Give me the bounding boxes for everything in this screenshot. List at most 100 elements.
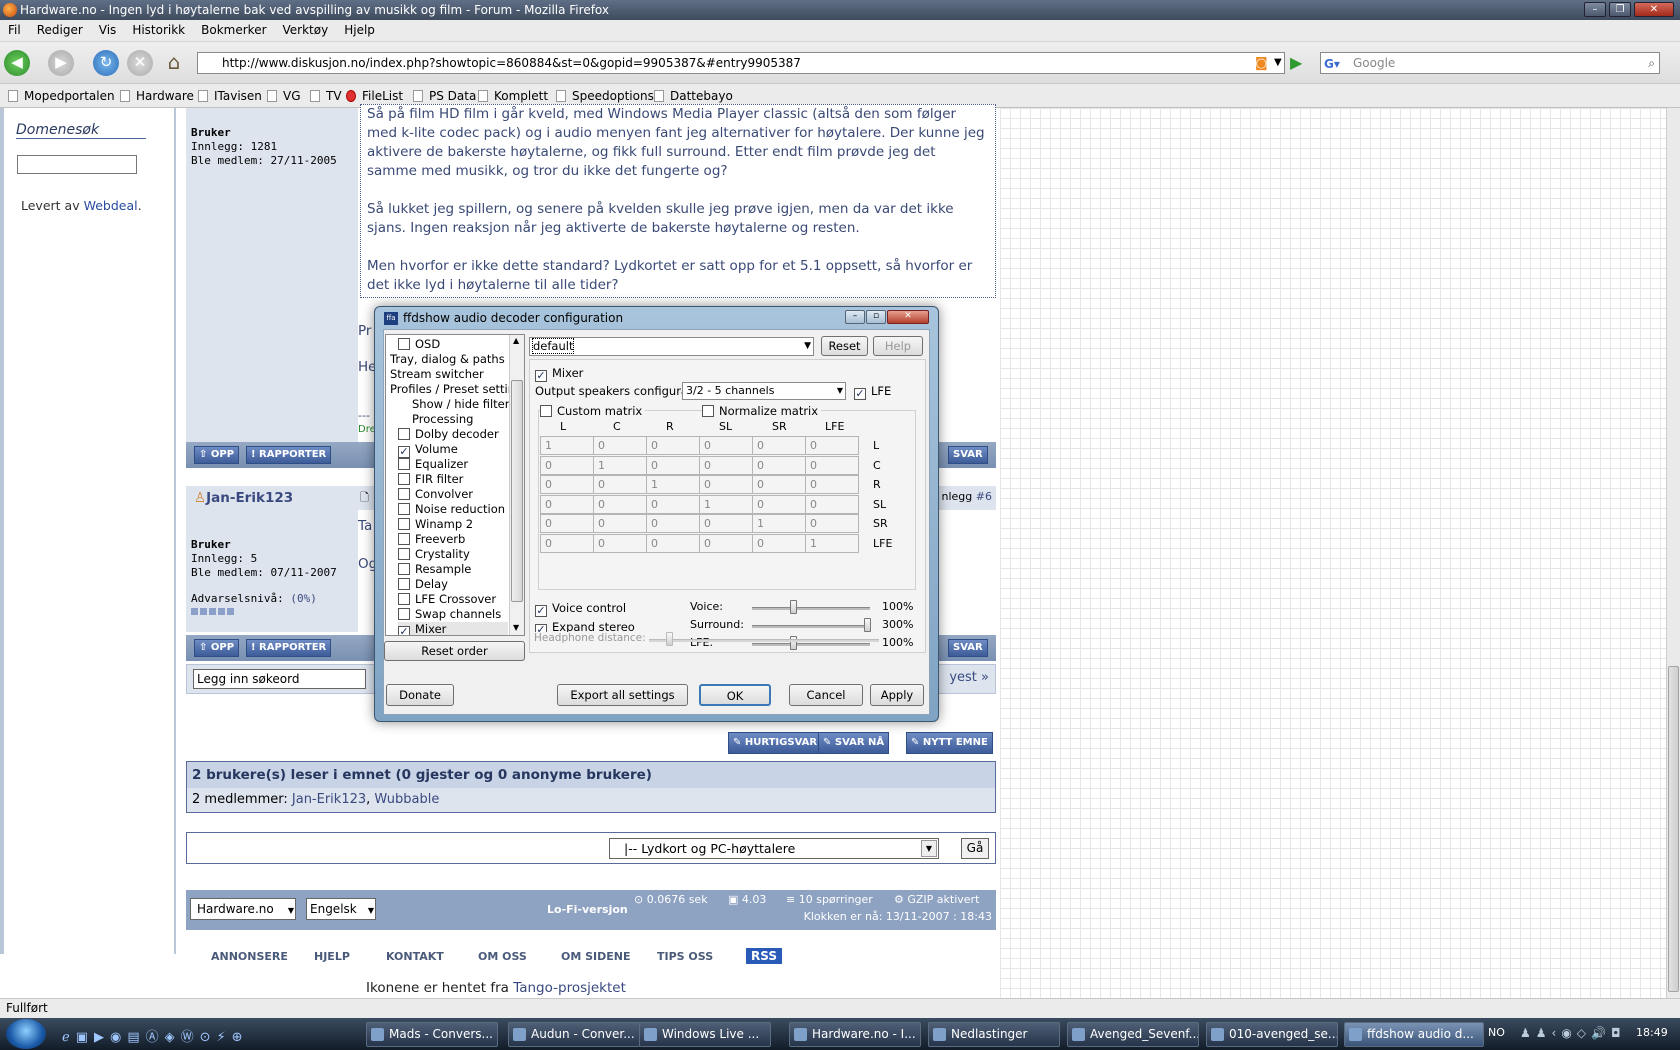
matrix-cell[interactable]: 0 (593, 475, 647, 494)
language-select[interactable]: Engelsk ▼ (306, 898, 376, 920)
tree-item[interactable]: FIR filter (398, 472, 463, 486)
dialog-maximize-button[interactable]: ▫ (866, 310, 886, 324)
matrix-cell[interactable]: 0 (540, 455, 594, 475)
tree-item[interactable]: Tray, dialog & paths (390, 352, 505, 366)
bookmark-dattebayo[interactable]: Dattebayo (654, 89, 733, 103)
matrix-cell[interactable]: 0 (699, 514, 753, 533)
matrix-cell[interactable]: 0 (540, 475, 594, 494)
surround-slider[interactable] (752, 625, 870, 628)
dialog-minimize-button[interactable]: – (845, 310, 865, 324)
matrix-cell[interactable]: 0 (805, 455, 859, 475)
tree-item-checkbox[interactable] (398, 338, 410, 350)
tree-item[interactable]: ✓ Mixer (398, 622, 508, 635)
stop-button[interactable]: ✕ (127, 50, 153, 76)
headphone-slider-thumb[interactable] (666, 632, 673, 646)
menu-vis[interactable]: Vis (91, 20, 125, 37)
post2-reply-button[interactable]: SVAR (948, 639, 988, 657)
newest-link[interactable]: yest » (949, 670, 989, 685)
link-om-oss[interactable]: OM OSS (478, 950, 527, 963)
skin-select[interactable]: Hardware.no ▼ (190, 898, 296, 920)
go-arrow-icon[interactable]: ▶ (1290, 53, 1310, 73)
back-button[interactable]: ◀ (4, 50, 30, 76)
taskbar-button[interactable]: Mads - Convers... (366, 1022, 498, 1047)
post1-reply-button[interactable]: SVAR (948, 446, 988, 464)
taskbar-button[interactable]: ffdshow audio d... (1344, 1022, 1484, 1047)
ok-button[interactable]: OK (699, 684, 771, 706)
apply-button[interactable]: Apply (870, 684, 924, 706)
menu-rediger[interactable]: Rediger (29, 20, 91, 37)
export-settings-button[interactable]: Export all settings (557, 684, 688, 706)
matrix-cell[interactable]: 1 (540, 436, 594, 455)
bookmark-hardware[interactable]: Hardware (120, 89, 194, 103)
tree-item[interactable]: OSD (398, 337, 440, 351)
donate-button[interactable]: Donate (386, 684, 454, 706)
matrix-cell[interactable]: 0 (646, 533, 700, 553)
tree-item[interactable]: Convolver (398, 487, 473, 501)
tree-item[interactable]: Processing (412, 412, 473, 426)
tree-item[interactable]: Crystality (398, 547, 470, 561)
matrix-cell[interactable]: 0 (540, 533, 594, 553)
tree-item-checkbox[interactable] (398, 563, 410, 575)
reset-order-button[interactable]: Reset order (384, 641, 525, 661)
bookmark-ps-data[interactable]: PS Data (413, 89, 476, 103)
headphone-distance-slider[interactable] (649, 639, 879, 642)
search-input[interactable]: G▾ Google ⌕ (1320, 52, 1660, 74)
bookmark-komplett[interactable]: Komplett (478, 89, 548, 103)
reader-link[interactable]: Jan-Erik123 (292, 792, 366, 807)
lofi-link[interactable]: Lo-Fi-versjon (547, 903, 628, 916)
matrix-cell[interactable]: 0 (805, 514, 859, 533)
post2-number[interactable]: nlegg #6 (942, 490, 992, 503)
bookmark-vg[interactable]: VG (267, 89, 301, 103)
tree-item-checkbox[interactable] (398, 578, 410, 590)
tree-item-checkbox[interactable] (398, 428, 410, 440)
tree-item[interactable]: Resample (398, 562, 471, 576)
tree-item[interactable]: Show / hide filters (412, 397, 515, 411)
post1-report-button[interactable]: ! RAPPORTER (246, 446, 332, 464)
tree-item[interactable]: Delay (398, 577, 448, 591)
tree-item[interactable]: LFE Crossover (398, 592, 496, 606)
link-hjelp[interactable]: HJELP (314, 950, 350, 963)
tree-item[interactable]: Noise reduction (398, 502, 505, 516)
tree-item-checkbox[interactable] (398, 458, 410, 470)
rss-link[interactable]: RSS (746, 948, 782, 964)
menu-hjelp[interactable]: Hjelp (336, 20, 383, 37)
tree-scrollbar[interactable]: ▲ ▼ (509, 335, 524, 635)
tree-item[interactable]: Freeverb (398, 532, 465, 546)
matrix-cell[interactable]: 0 (699, 475, 753, 494)
matrix-cell[interactable]: 0 (752, 455, 806, 475)
matrix-cell[interactable]: 0 (699, 436, 753, 455)
link-kontakt[interactable]: KONTAKT (386, 950, 444, 963)
matrix-cell[interactable]: 0 (593, 436, 647, 455)
rss-feed-icon[interactable]: ◙ (1255, 54, 1268, 74)
menu-fil[interactable]: Fil (0, 20, 29, 37)
taskbar-button[interactable]: Avenged_Sevenf... (1067, 1022, 1199, 1047)
post2-up-button[interactable]: ⇧ OPP (194, 639, 240, 657)
page-scrollbar[interactable] (1666, 108, 1680, 998)
tree-item[interactable]: Profiles / Preset settings (390, 382, 524, 396)
cancel-button[interactable]: Cancel (789, 684, 863, 706)
close-button[interactable]: ✕ (1634, 2, 1674, 17)
tree-item-checkbox[interactable] (398, 503, 410, 515)
tree-item-checkbox[interactable]: ✓ (398, 626, 410, 635)
taskbar-clock[interactable]: 18:49 (1636, 1026, 1668, 1039)
matrix-cell[interactable]: 1 (699, 494, 753, 514)
bookmark-filelist[interactable]: FileList (346, 89, 403, 103)
quick-launch-icons[interactable]: ℯ▣▶◉▤Ⓐ◈Ⓦ⊙⚡⊕ (62, 1026, 249, 1045)
tree-item-checkbox[interactable] (398, 488, 410, 500)
quick-reply-button[interactable]: ✎ HURTIGSVAR (728, 732, 823, 754)
reply-now-button[interactable]: ✎ SVAR NÅ (818, 732, 890, 754)
matrix-cell[interactable]: 0 (752, 475, 806, 494)
link-tips-oss[interactable]: TIPS OSS (657, 950, 713, 963)
tree-item[interactable]: ✓ Volume (398, 442, 458, 458)
taskbar-button[interactable]: 010-avenged_se... (1206, 1022, 1338, 1047)
google-engine-icon[interactable]: G▾ (1324, 54, 1348, 72)
url-field[interactable]: http://www.diskusjon.no/index.php?showto… (197, 52, 1285, 74)
bookmark-speedoptions[interactable]: Speedoptions (556, 89, 654, 103)
matrix-cell[interactable]: 0 (752, 436, 806, 455)
tango-link[interactable]: Tango-prosjektet (513, 980, 626, 996)
menu-bokmerker[interactable]: Bokmerker (193, 20, 274, 37)
filter-tree[interactable]: OSD Tray, dialog & paths Stream switcher Pr… (385, 334, 525, 636)
tree-item[interactable]: Dolby decoder (398, 427, 499, 441)
matrix-cell[interactable]: 0 (805, 494, 859, 514)
custom-matrix-checkbox[interactable]: Custom matrix (540, 404, 646, 418)
